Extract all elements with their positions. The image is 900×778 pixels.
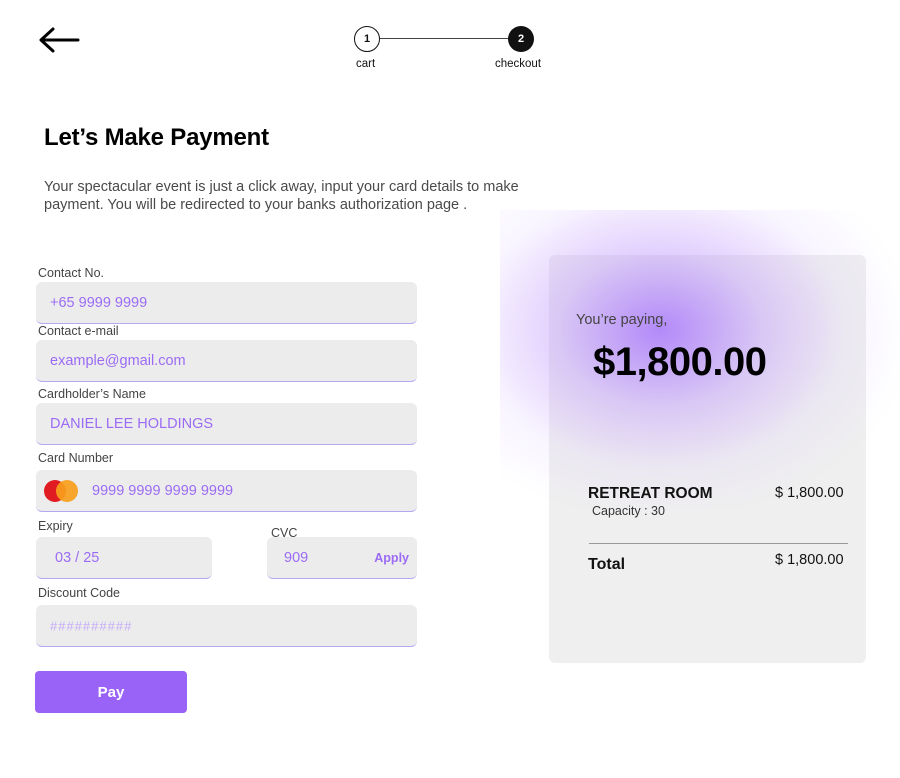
- summary-divider: [589, 543, 848, 544]
- step-cart-label: cart: [356, 58, 376, 70]
- discount-code-label: Discount Code: [38, 586, 120, 600]
- step-cart-circle[interactable]: 1: [354, 26, 380, 52]
- stepper-connector: [380, 38, 510, 39]
- total-label: Total: [588, 556, 626, 573]
- contact-no-value: +65 9999 9999: [50, 294, 148, 311]
- card-number-label: Card Number: [38, 451, 114, 465]
- expiry-field[interactable]: 03 / 25: [36, 537, 212, 579]
- item-capacity: Capacity : 30: [592, 504, 665, 518]
- cvc-field[interactable]: 909 Apply: [267, 537, 417, 579]
- mastercard-icon: [44, 479, 78, 502]
- item-name: RETREAT ROOM: [588, 485, 713, 502]
- card-number-field[interactable]: 9999 9999 9999 9999: [36, 470, 417, 512]
- item-price: $ 1,800.00: [775, 485, 844, 501]
- contact-no-field[interactable]: +65 9999 9999: [36, 282, 417, 324]
- contact-no-label: Contact No.: [38, 266, 105, 280]
- discount-code-field[interactable]: ##########: [36, 605, 417, 647]
- pay-button[interactable]: Pay: [35, 671, 187, 713]
- back-arrow-icon[interactable]: [36, 24, 82, 56]
- step-checkout-circle[interactable]: 2: [508, 26, 534, 52]
- paying-label: You’re paying,: [576, 312, 668, 328]
- cardholder-name-label: Cardholder’s Name: [38, 387, 146, 401]
- page-title: Let’s Make Payment: [44, 124, 269, 151]
- contact-email-label: Contact e-mail: [38, 324, 119, 338]
- page-description: Your spectacular event is just a click a…: [44, 179, 519, 213]
- cvc-value: 909: [284, 549, 309, 566]
- apply-button[interactable]: Apply: [374, 551, 409, 565]
- contact-email-field[interactable]: example@gmail.com: [36, 340, 417, 382]
- card-number-value: 9999 9999 9999 9999: [92, 482, 234, 499]
- expiry-value: 03 / 25: [55, 549, 100, 566]
- step-checkout-label: checkout: [495, 58, 542, 70]
- total-price: $ 1,800.00: [775, 552, 844, 568]
- contact-email-value: example@gmail.com: [50, 352, 186, 369]
- cardholder-name-field[interactable]: DANIEL LEE HOLDINGS: [36, 403, 417, 445]
- expiry-label: Expiry: [38, 519, 73, 533]
- cardholder-name-value: DANIEL LEE HOLDINGS: [50, 415, 214, 432]
- discount-code-placeholder: ##########: [50, 618, 133, 633]
- payment-amount: $1,800.00: [593, 340, 767, 384]
